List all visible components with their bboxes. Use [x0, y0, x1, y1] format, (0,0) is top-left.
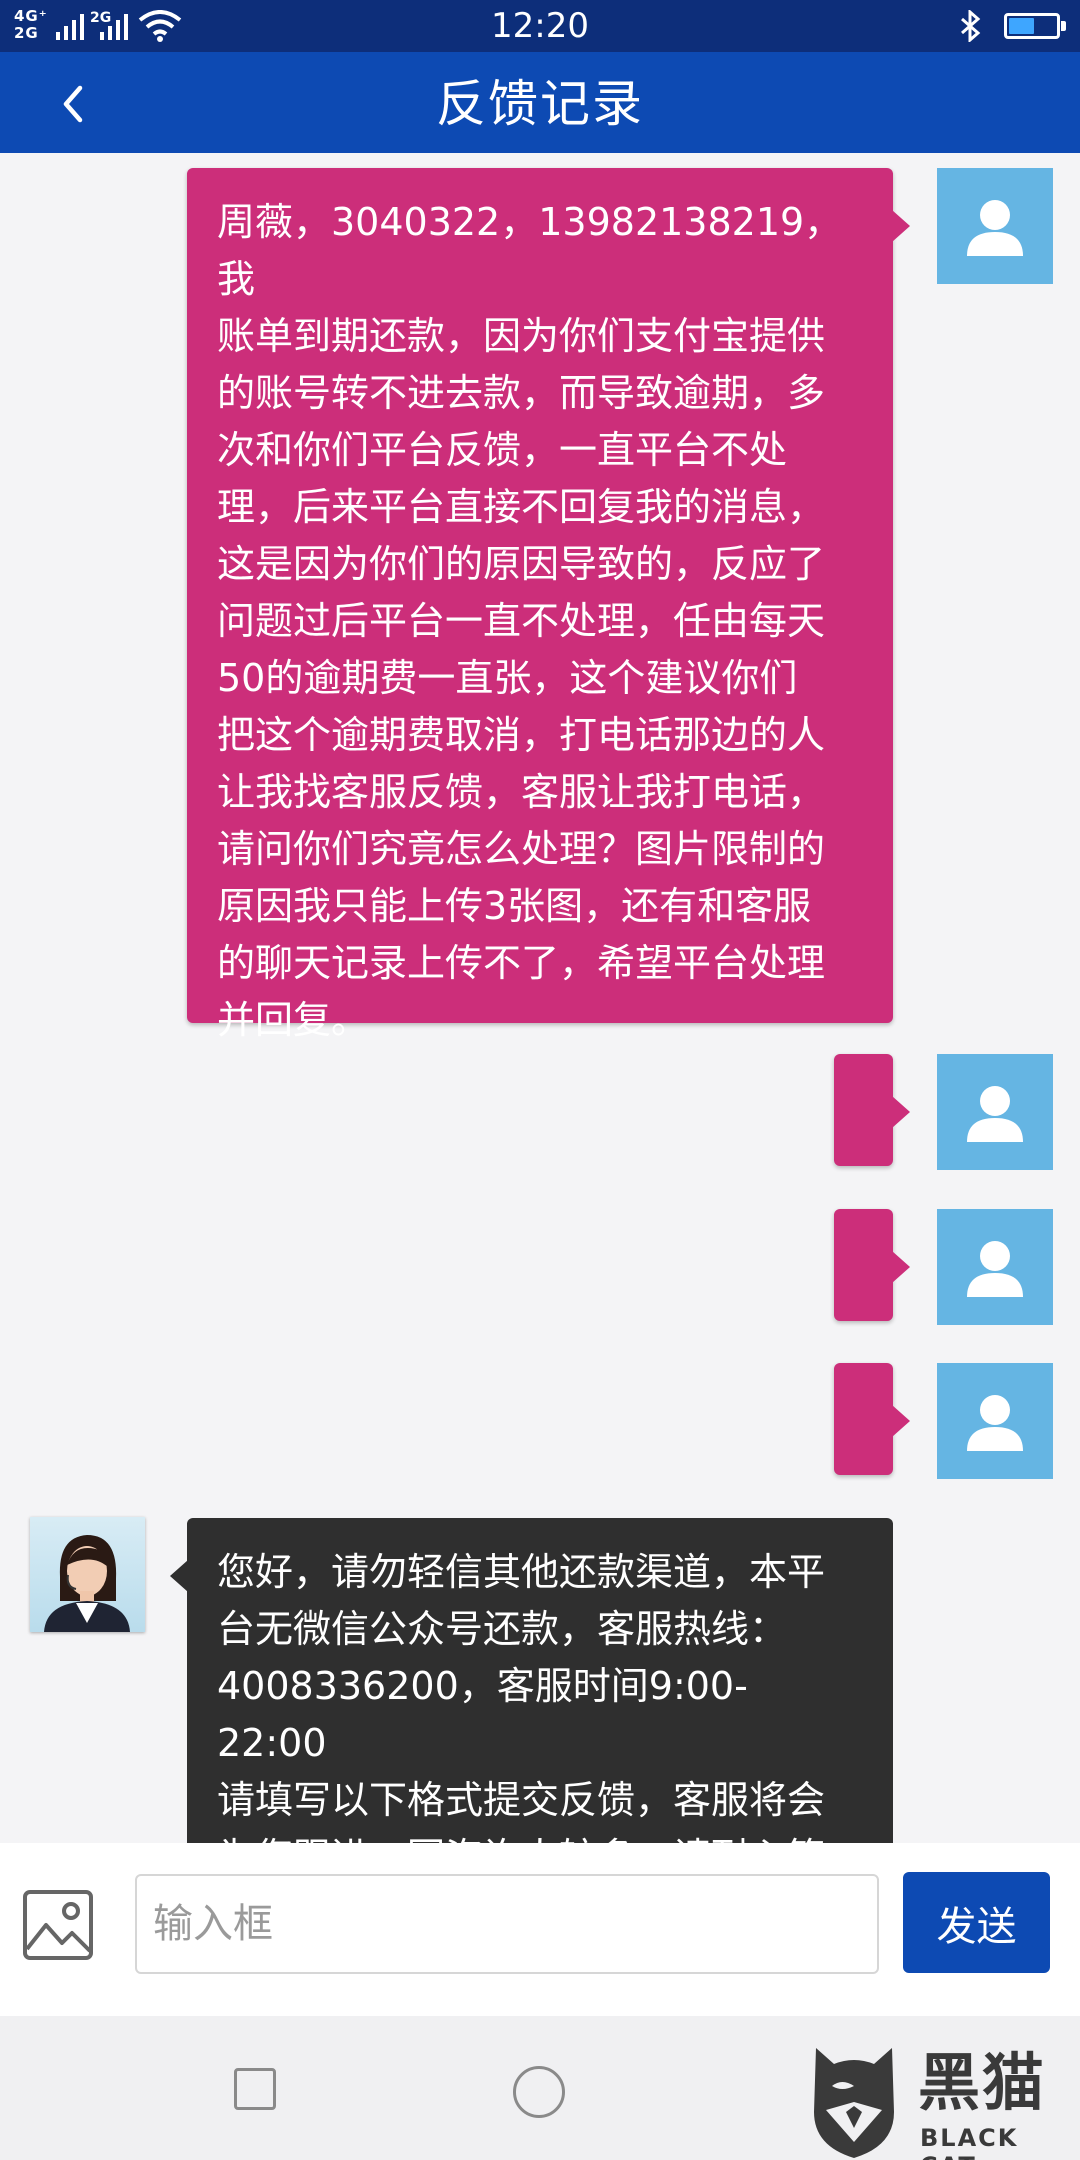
- chat-list[interactable]: 周薇，3040322，13982138219，我 账单到期还款，因为你们支付宝提…: [0, 153, 1080, 1843]
- clock: 12:20: [491, 6, 589, 46]
- message-bubble-user[interactable]: [834, 1054, 910, 1166]
- battery-tip: [1061, 21, 1066, 31]
- message-bubble-user[interactable]: [834, 1363, 910, 1475]
- user-icon: [967, 1241, 1023, 1297]
- user-icon: [967, 1395, 1023, 1451]
- header: 反馈记录: [0, 52, 1080, 153]
- send-button[interactable]: 发送: [903, 1872, 1050, 1973]
- user-avatar[interactable]: [937, 1363, 1053, 1479]
- agent-avatar-image: [44, 1535, 130, 1632]
- message-text: 您好，请勿轻信其他还款渠道，本平 台无微信公众号还款，客服热线： 4008336…: [217, 1550, 826, 1843]
- battery-icon: [1004, 13, 1060, 39]
- black-cat-logo-icon: [814, 2048, 894, 2158]
- user-icon: [967, 1086, 1023, 1142]
- home-button[interactable]: [513, 2066, 565, 2118]
- image-picker-button[interactable]: [22, 1889, 94, 1961]
- agent-avatar[interactable]: [30, 1517, 145, 1632]
- user-avatar[interactable]: [937, 1209, 1053, 1325]
- message-bubble-agent[interactable]: 您好，请勿轻信其他还款渠道，本平 台无微信公众号还款，客服热线： 4008336…: [170, 1518, 893, 1843]
- watermark-sub-text: BLACK CAT: [920, 2124, 1019, 2160]
- user-icon: [967, 200, 1023, 256]
- message-text: 周薇，3040322，13982138219，我 账单到期还款，因为你们支付宝提…: [217, 200, 843, 1042]
- image-icon: [23, 1890, 93, 1960]
- page-title: 反馈记录: [436, 75, 644, 133]
- status-bar: 4G⁺ 2G 2G 12:20: [0, 0, 1080, 52]
- user-avatar[interactable]: [937, 168, 1053, 284]
- recent-apps-button[interactable]: [234, 2068, 276, 2110]
- user-avatar[interactable]: [937, 1054, 1053, 1170]
- battery-level: [1009, 18, 1034, 34]
- bluetooth-icon: [961, 10, 981, 42]
- input-bar: 发送: [0, 1843, 1080, 2016]
- watermark-logo: 黑猫 BLACK CAT: [802, 2042, 1080, 2160]
- message-bubble-user[interactable]: [834, 1209, 910, 1321]
- message-input[interactable]: [135, 1874, 879, 1974]
- message-bubble-user[interactable]: 周薇，3040322，13982138219，我 账单到期还款，因为你们支付宝提…: [187, 168, 910, 1042]
- watermark-main-text: 黑猫: [918, 2046, 1047, 2119]
